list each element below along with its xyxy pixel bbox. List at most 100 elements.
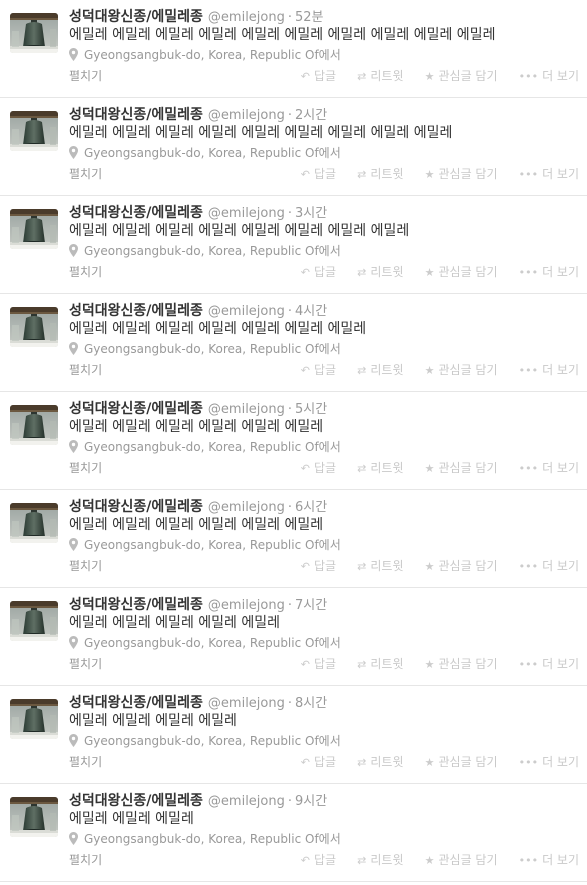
more-button[interactable]: ••• 더 보기 [519,67,579,86]
avatar[interactable] [10,503,58,543]
tweet-item[interactable]: 성덕대왕신종/에밀레종 @emilejong · 3시간 에밀레 에밀레 에밀레 에밀… [0,196,587,294]
author-username[interactable]: @emilejong [208,696,285,711]
expand-link[interactable]: 펼치기 [69,363,102,377]
author-username[interactable]: @emilejong [208,500,285,515]
author-fullname[interactable]: 성덕대왕신종/에밀레종 [69,107,203,123]
tweet-item[interactable]: 성덕대왕신종/에밀레종 @emilejong · 9시간 에밀레 에밀레 에밀레 Gy… [0,784,587,882]
author-username[interactable]: @emilejong [208,206,285,221]
author-fullname[interactable]: 성덕대왕신종/에밀레종 [69,9,203,25]
author-fullname[interactable]: 성덕대왕신종/에밀레종 [69,499,203,515]
tweet-item[interactable]: 성덕대왕신종/에밀레종 @emilejong · 6시간 에밀레 에밀레 에밀레 에밀… [0,490,587,588]
tweet-item[interactable]: 성덕대왕신종/에밀레종 @emilejong · 8시간 에밀레 에밀레 에밀레 에밀… [0,686,587,784]
tweet-item[interactable]: 성덕대왕신종/에밀레종 @emilejong · 5시간 에밀레 에밀레 에밀레 에밀… [0,392,587,490]
avatar[interactable] [10,307,58,347]
reply-button[interactable]: ↶ 답글 [301,851,336,870]
avatar[interactable] [10,797,58,837]
author-username[interactable]: @emilejong [208,402,285,417]
reply-button[interactable]: ↶ 답글 [301,557,336,576]
tweet-timestamp[interactable]: 7시간 [295,598,327,613]
favorite-button[interactable]: ★ 관심글 담기 [425,557,498,576]
more-button[interactable]: ••• 더 보기 [519,557,579,576]
favorite-button[interactable]: ★ 관심글 담기 [425,753,498,772]
expand-link[interactable]: 펼치기 [69,657,102,671]
author-fullname[interactable]: 성덕대왕신종/에밀레종 [69,597,203,613]
author-username[interactable]: @emilejong [208,108,285,123]
retweet-button[interactable]: ⇄ 리트윗 [357,165,403,184]
tweet-item[interactable]: 성덕대왕신종/에밀레종 @emilejong · 2시간 에밀레 에밀레 에밀레 에밀… [0,98,587,196]
tweet-item[interactable]: 성덕대왕신종/에밀레종 @emilejong · 52분 에밀레 에밀레 에밀레 에밀… [0,0,587,98]
tweet-location[interactable]: Gyeongsangbuk-do, Korea, Republic Of에서 [69,144,579,163]
tweet-item[interactable]: 성덕대왕신종/에밀레종 @emilejong · 7시간 에밀레 에밀레 에밀레 에밀… [0,588,587,686]
tweet-timestamp[interactable]: 6시간 [295,500,327,515]
retweet-button[interactable]: ⇄ 리트윗 [357,263,403,282]
tweet-timestamp[interactable]: 2시간 [295,108,327,123]
favorite-button[interactable]: ★ 관심글 담기 [425,67,498,86]
tweet-timestamp[interactable]: 3시간 [295,206,327,221]
expand-link[interactable]: 펼치기 [69,853,102,867]
author-username[interactable]: @emilejong [208,10,285,25]
reply-button[interactable]: ↶ 답글 [301,459,336,478]
reply-button[interactable]: ↶ 답글 [301,263,336,282]
tweet-timestamp[interactable]: 4시간 [295,304,327,319]
retweet-button[interactable]: ⇄ 리트윗 [357,851,403,870]
more-button[interactable]: ••• 더 보기 [519,753,579,772]
expand-link[interactable]: 펼치기 [69,265,102,279]
avatar[interactable] [10,209,58,249]
favorite-button[interactable]: ★ 관심글 담기 [425,361,498,380]
tweet-location[interactable]: Gyeongsangbuk-do, Korea, Republic Of에서 [69,242,579,261]
favorite-button[interactable]: ★ 관심글 담기 [425,459,498,478]
more-button[interactable]: ••• 더 보기 [519,851,579,870]
avatar[interactable] [10,13,58,53]
retweet-button[interactable]: ⇄ 리트윗 [357,753,403,772]
tweet-location[interactable]: Gyeongsangbuk-do, Korea, Republic Of에서 [69,634,579,653]
tweet-timestamp[interactable]: 52분 [295,10,324,25]
tweet-location[interactable]: Gyeongsangbuk-do, Korea, Republic Of에서 [69,340,579,359]
more-button[interactable]: ••• 더 보기 [519,361,579,380]
tweet-actions: ↶ 답글 ⇄ 리트윗 ★ 관심글 담기 ••• 더 보기 [285,752,579,770]
avatar[interactable] [10,601,58,641]
tweet-item[interactable]: 성덕대왕신종/에밀레종 @emilejong · 4시간 에밀레 에밀레 에밀레 에밀… [0,294,587,392]
retweet-button[interactable]: ⇄ 리트윗 [357,67,403,86]
expand-link[interactable]: 펼치기 [69,461,102,475]
favorite-button[interactable]: ★ 관심글 담기 [425,851,498,870]
tweet-timestamp[interactable]: 9시간 [295,794,327,809]
retweet-button[interactable]: ⇄ 리트윗 [357,655,403,674]
favorite-button[interactable]: ★ 관심글 담기 [425,655,498,674]
reply-button[interactable]: ↶ 답글 [301,165,336,184]
expand-link[interactable]: 펼치기 [69,167,102,181]
tweet-timestamp[interactable]: 5시간 [295,402,327,417]
author-username[interactable]: @emilejong [208,304,285,319]
author-fullname[interactable]: 성덕대왕신종/에밀레종 [69,695,203,711]
retweet-button[interactable]: ⇄ 리트윗 [357,459,403,478]
author-fullname[interactable]: 성덕대왕신종/에밀레종 [69,205,203,221]
tweet-location[interactable]: Gyeongsangbuk-do, Korea, Republic Of에서 [69,438,579,457]
retweet-button[interactable]: ⇄ 리트윗 [357,361,403,380]
more-button[interactable]: ••• 더 보기 [519,655,579,674]
author-fullname[interactable]: 성덕대왕신종/에밀레종 [69,793,203,809]
tweet-timestamp[interactable]: 8시간 [295,696,327,711]
avatar[interactable] [10,699,58,739]
retweet-button[interactable]: ⇄ 리트윗 [357,557,403,576]
author-fullname[interactable]: 성덕대왕신종/에밀레종 [69,401,203,417]
tweet-location[interactable]: Gyeongsangbuk-do, Korea, Republic Of에서 [69,732,579,751]
favorite-button[interactable]: ★ 관심글 담기 [425,165,498,184]
expand-link[interactable]: 펼치기 [69,559,102,573]
author-username[interactable]: @emilejong [208,598,285,613]
author-username[interactable]: @emilejong [208,794,285,809]
tweet-location[interactable]: Gyeongsangbuk-do, Korea, Republic Of에서 [69,536,579,555]
more-button[interactable]: ••• 더 보기 [519,459,579,478]
tweet-location[interactable]: Gyeongsangbuk-do, Korea, Republic Of에서 [69,830,579,849]
avatar[interactable] [10,111,58,151]
expand-link[interactable]: 펼치기 [69,69,102,83]
favorite-button[interactable]: ★ 관심글 담기 [425,263,498,282]
more-button[interactable]: ••• 더 보기 [519,165,579,184]
reply-button[interactable]: ↶ 답글 [301,67,336,86]
reply-button[interactable]: ↶ 답글 [301,655,336,674]
avatar[interactable] [10,405,58,445]
author-fullname[interactable]: 성덕대왕신종/에밀레종 [69,303,203,319]
more-button[interactable]: ••• 더 보기 [519,263,579,282]
expand-link[interactable]: 펼치기 [69,755,102,769]
reply-button[interactable]: ↶ 답글 [301,753,336,772]
tweet-location[interactable]: Gyeongsangbuk-do, Korea, Republic Of에서 [69,46,579,65]
reply-button[interactable]: ↶ 답글 [301,361,336,380]
